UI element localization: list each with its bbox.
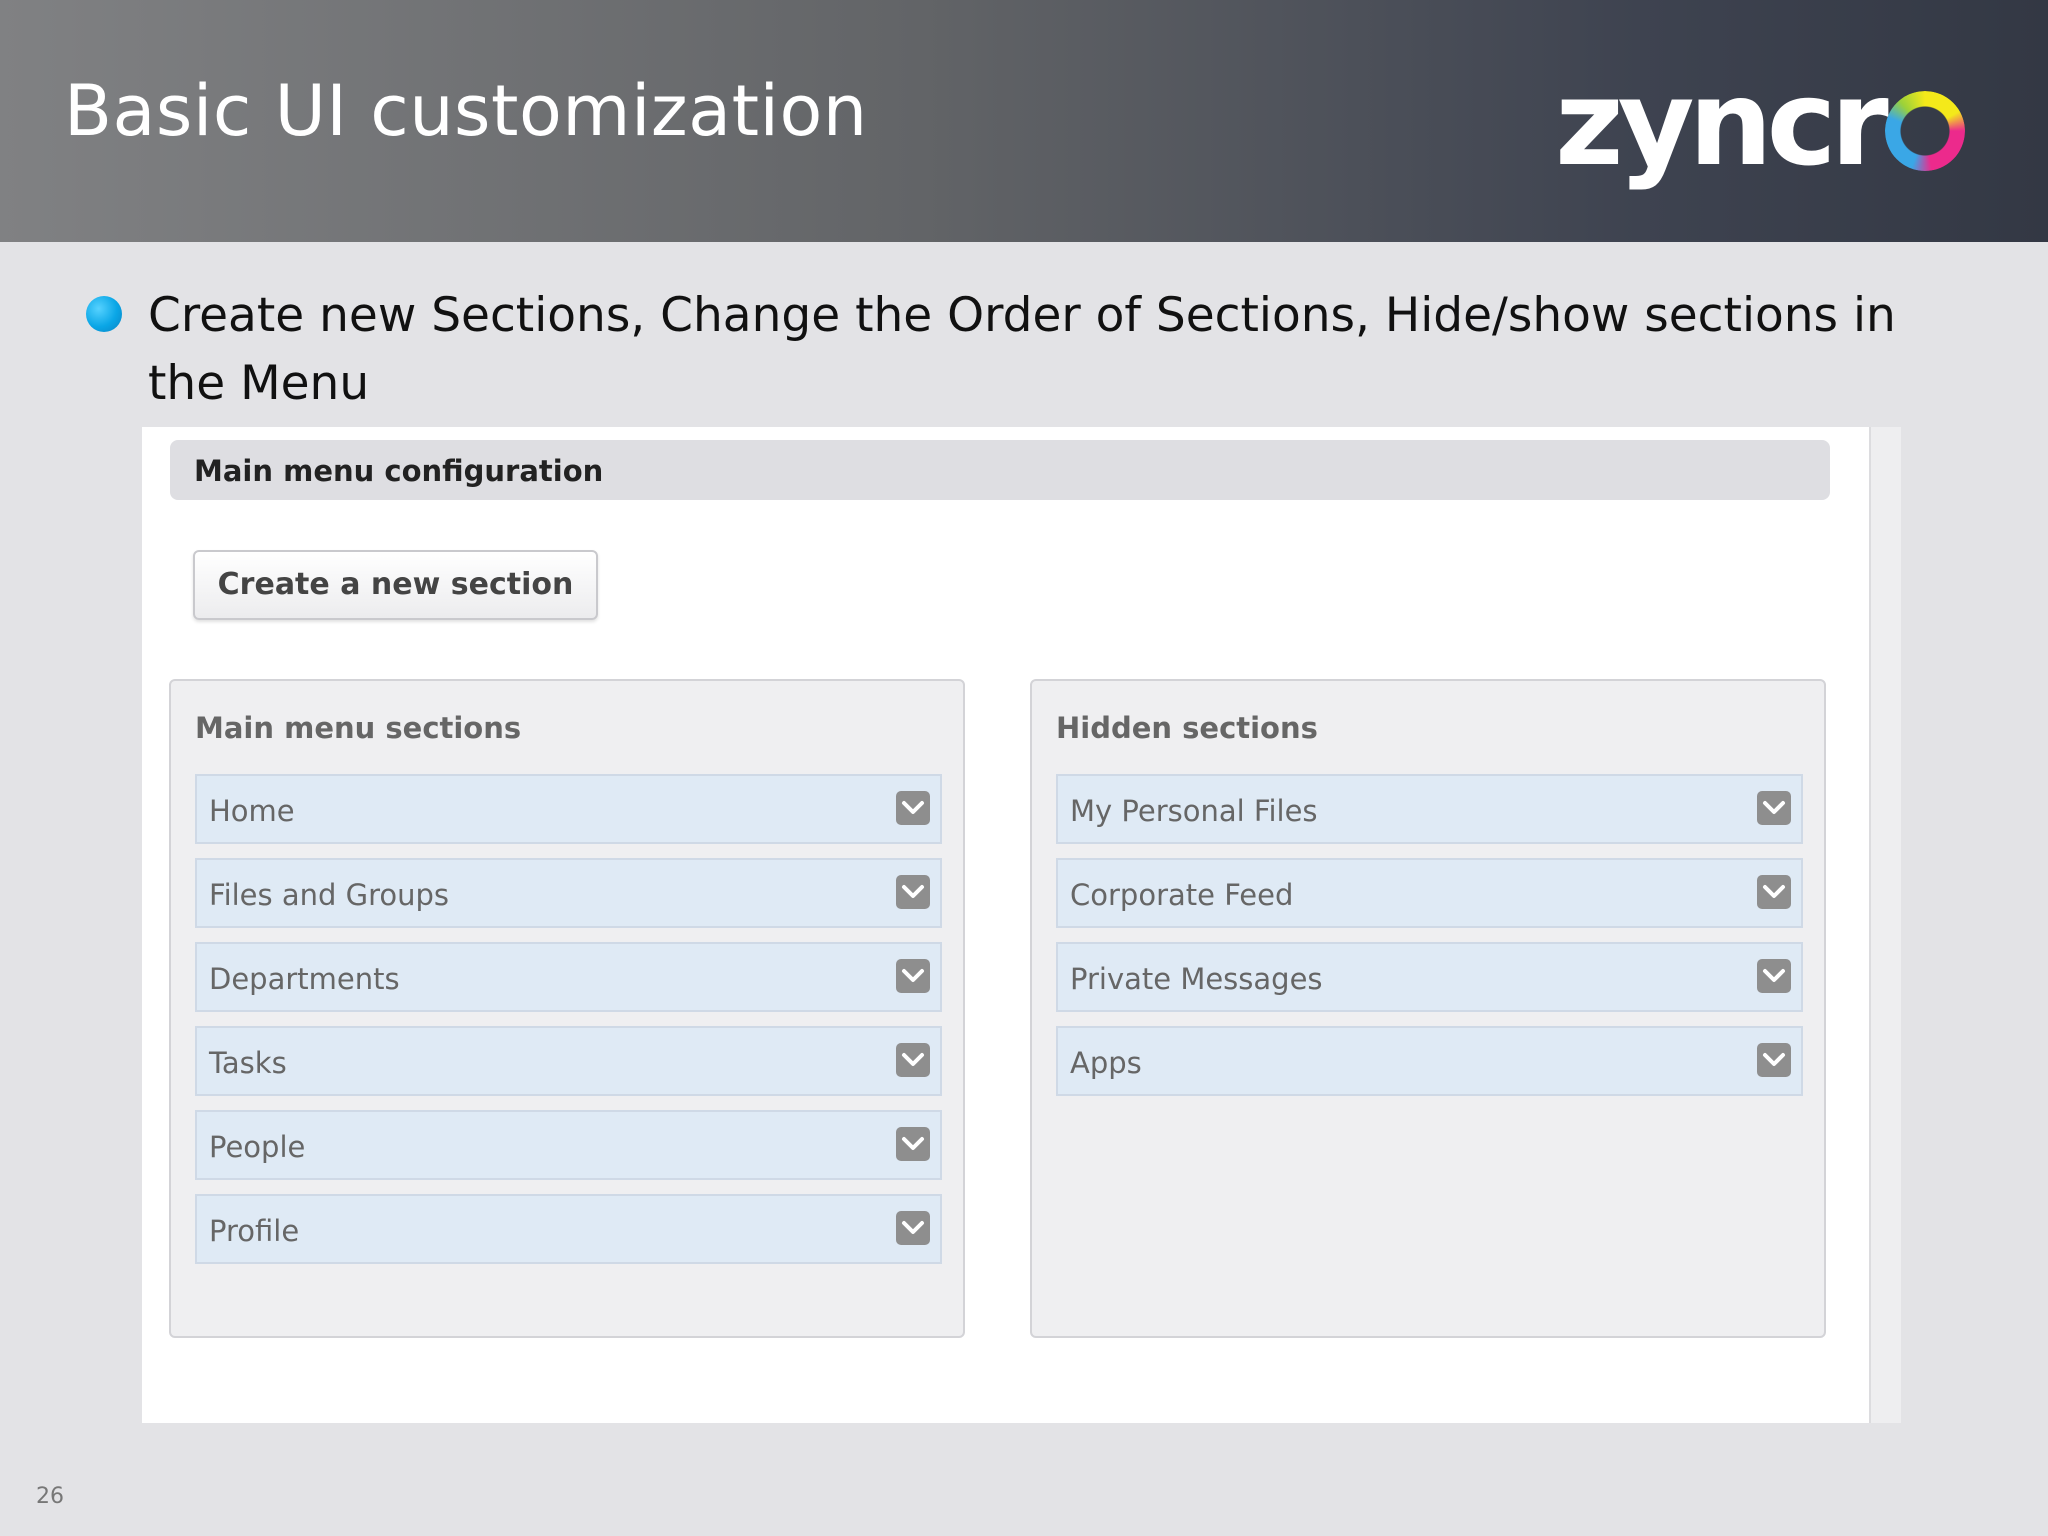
config-header: Main menu configuration (170, 440, 1830, 500)
main-menu-sections-box: Main menu sections Home Files and Groups… (169, 679, 965, 1338)
config-title: Main menu configuration (194, 454, 604, 488)
zyncro-logo: zyncr (1555, 58, 1965, 188)
section-item[interactable]: Profile (195, 1194, 942, 1264)
chevron-down-icon[interactable] (896, 1211, 930, 1245)
chevron-down-icon[interactable] (1757, 791, 1791, 825)
bullet-text: Create new Sections, Change the Order of… (148, 288, 1896, 411)
chevron-down-icon[interactable] (896, 791, 930, 825)
section-item-label: People (209, 1130, 306, 1164)
page-number: 26 (36, 1484, 64, 1509)
slide-header: Basic UI customization zyncr (0, 0, 2048, 242)
chevron-down-icon[interactable] (896, 875, 930, 909)
panel-scrollbar[interactable] (1869, 427, 1901, 1423)
section-item[interactable]: Files and Groups (195, 858, 942, 928)
section-item[interactable]: Private Messages (1056, 942, 1803, 1012)
chevron-down-icon[interactable] (896, 1127, 930, 1161)
section-item-label: Files and Groups (209, 878, 450, 912)
logo-wordmark: zyncr (1555, 54, 1889, 192)
section-item[interactable]: Departments (195, 942, 942, 1012)
section-item[interactable]: My Personal Files (1056, 774, 1803, 844)
chevron-down-icon[interactable] (1757, 875, 1791, 909)
hidden-sections-list: My Personal Files Corporate Feed Private… (1056, 774, 1803, 1110)
chevron-down-icon[interactable] (1757, 1043, 1791, 1077)
section-item-label: Apps (1070, 1046, 1142, 1080)
section-item[interactable]: Home (195, 774, 942, 844)
hidden-sections-box: Hidden sections My Personal Files Corpor… (1030, 679, 1826, 1338)
main-sections-title: Main menu sections (195, 711, 522, 745)
section-item[interactable]: Tasks (195, 1026, 942, 1096)
logo-ring-icon (1884, 91, 1965, 171)
section-item[interactable]: Corporate Feed (1056, 858, 1803, 928)
chevron-down-icon[interactable] (1757, 959, 1791, 993)
section-item-label: My Personal Files (1070, 794, 1318, 828)
section-item-label: Departments (209, 962, 400, 996)
chevron-down-icon[interactable] (896, 1043, 930, 1077)
section-item-label: Tasks (209, 1046, 287, 1080)
bullet-dot-icon (86, 296, 122, 332)
hidden-sections-title: Hidden sections (1056, 711, 1318, 745)
section-item[interactable]: People (195, 1110, 942, 1180)
chevron-down-icon[interactable] (896, 959, 930, 993)
section-item-label: Private Messages (1070, 962, 1323, 996)
main-sections-list: Home Files and Groups Departments Tasks … (195, 774, 942, 1278)
section-item-label: Profile (209, 1214, 300, 1248)
section-item[interactable]: Apps (1056, 1026, 1803, 1096)
create-section-button[interactable]: Create a new section (193, 550, 598, 620)
section-item-label: Home (209, 794, 295, 828)
section-item-label: Corporate Feed (1070, 878, 1294, 912)
slide-title: Basic UI customization (64, 70, 868, 152)
